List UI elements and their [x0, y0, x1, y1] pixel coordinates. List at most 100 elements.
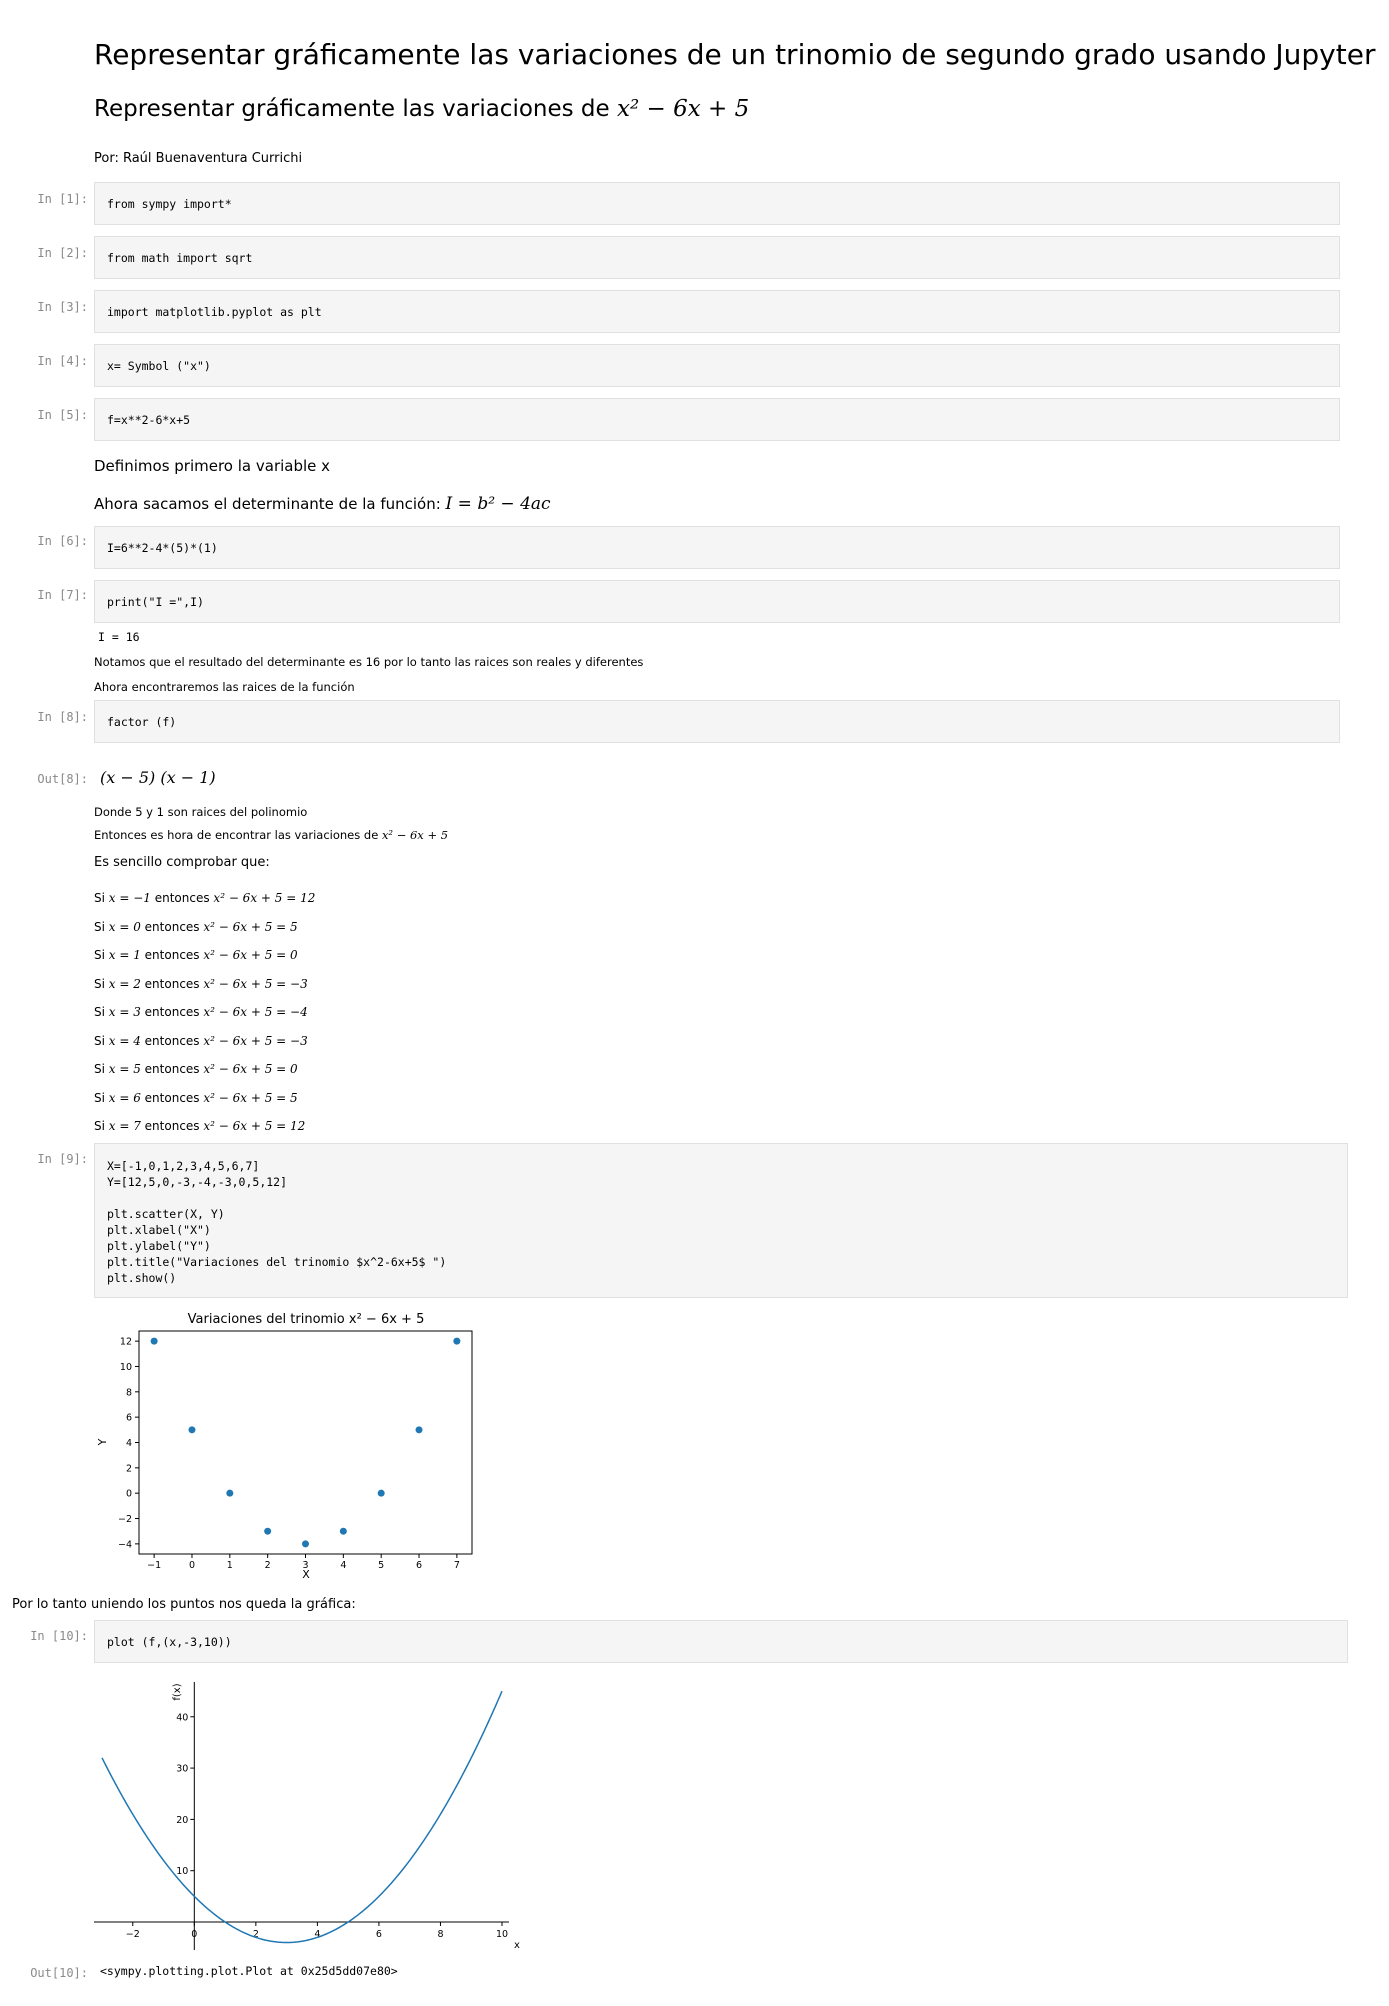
code-cell-5-source: f=x**2-6*x+5	[107, 412, 191, 427]
ytick-label: 10	[176, 1866, 188, 1877]
code-cell-8[interactable]: factor (f)	[94, 700, 1340, 743]
note-variations-text: Entonces es hora de encontrar las variac…	[94, 828, 382, 842]
code-cell-8-source: factor (f)	[107, 714, 177, 729]
checks-list: Si x = −1 entonces x² − 6x + 5 = 12 Si x…	[94, 884, 315, 1141]
list-item: Si x = 3 entonces x² − 6x + 5 = −4	[94, 1005, 308, 1019]
xtick-label: −2	[126, 1929, 140, 1940]
easy-check-text: Es sencillo comprobar que:	[94, 855, 270, 870]
scatter-point	[339, 1527, 347, 1535]
ytick-label: 40	[176, 1712, 188, 1723]
cell-prompt-9: In [9]:	[37, 1152, 88, 1166]
scatter-xtick-label: 7	[454, 1560, 460, 1571]
cell-prompt-10: In [10]:	[30, 1629, 88, 1643]
scatter-xtick-label: −1	[147, 1560, 161, 1571]
output-10: <sympy.plotting.plot.Plot at 0x25d5dd07e…	[100, 1964, 398, 1978]
cell-prompt-7: In [7]:	[37, 588, 88, 602]
scatter-xtick-label: 1	[227, 1560, 233, 1571]
code-cell-3-source: import matplotlib.pyplot as plt	[107, 304, 322, 319]
function-curve	[101, 1690, 503, 1944]
code-cell-2-source: from math import sqrt	[107, 250, 253, 265]
ytick-label: 30	[176, 1764, 188, 1775]
scatter-ytick-label: 8	[126, 1387, 132, 1398]
scatter-point	[264, 1527, 272, 1535]
note-determinant-result: Notamos que el resultado del determinant…	[94, 655, 644, 669]
scatter-chart-title: Variaciones del trinomio x² − 6x + 5	[188, 1312, 425, 1327]
xtick-label: 6	[376, 1929, 382, 1940]
output-7: I = 16	[98, 630, 140, 644]
scatter-ytick-label: 0	[126, 1489, 132, 1500]
xtick-label: 8	[437, 1929, 443, 1940]
code-cell-4-source: x= Symbol ("x")	[107, 358, 211, 373]
list-item: Si x = 7 entonces x² − 6x + 5 = 12	[94, 1119, 306, 1133]
scatter-ylabel: Y	[96, 1438, 109, 1446]
code-cell-9[interactable]: X=[-1,0,1,2,3,4,5,6,7] Y=[12,5,0,-3,-4,-…	[94, 1143, 1348, 1298]
code-cell-7-source: print("I =",I)	[107, 594, 204, 609]
code-cell-3[interactable]: import matplotlib.pyplot as plt	[94, 290, 1340, 333]
scatter-point	[188, 1426, 196, 1434]
list-item: Si x = 4 entonces x² − 6x + 5 = −3	[94, 1033, 308, 1048]
code-cell-4[interactable]: x= Symbol ("x")	[94, 344, 1340, 387]
markdown-determinant-text: Ahora sacamos el determinante de la func…	[94, 495, 446, 513]
note-variations-math: x² − 6x + 5	[381, 828, 449, 842]
function-plot: −2 0 2 4 6 8 1010203040 x f(x)	[94, 1682, 520, 1951]
output-prompt-10: Out[10]:	[30, 1966, 88, 1980]
cell-prompt-5: In [5]:	[37, 408, 88, 422]
code-cell-10[interactable]: plot (f,(x,-3,10))	[94, 1620, 1348, 1663]
code-cell-10-source: plot (f,(x,-3,10))	[107, 1634, 232, 1649]
output-8: (x − 5) (x − 1)	[100, 768, 216, 787]
scatter-point	[302, 1540, 309, 1548]
note-find-roots: Ahora encontraremos las raices de la fun…	[94, 680, 355, 694]
note-variations: Entonces es hora de encontrar las variac…	[94, 828, 448, 842]
markdown-determinant-math: I = b² − 4ac	[445, 494, 551, 514]
scatter-xtick-label: 5	[378, 1560, 384, 1571]
note-roots: Donde 5 y 1 son raices del polinomio	[94, 805, 308, 819]
scatter-chart: Variaciones del trinomio x² − 6x + 5 121…	[96, 1312, 473, 1581]
xtick-label: 10	[496, 1929, 508, 1940]
code-cell-9-source: X=[-1,0,1,2,3,4,5,6,7] Y=[12,5,0,-3,-4,-…	[107, 1159, 447, 1285]
scatter-xtick-label: 2	[265, 1560, 271, 1571]
code-cell-6[interactable]: I=6**2-4*(5)*(1)	[94, 526, 1340, 569]
scatter-xlabel: X	[302, 1568, 310, 1581]
scatter-point	[226, 1489, 234, 1497]
notebook-subtitle: Representar gráficamente las variaciones…	[94, 96, 749, 122]
xtick-label: 0	[191, 1929, 197, 1940]
scatter-ytick-label: 12	[120, 1337, 132, 1348]
code-cell-6-source: I=6**2-4*(5)*(1)	[107, 540, 218, 555]
code-cell-7[interactable]: print("I =",I)	[94, 580, 1340, 623]
list-item: Si x = 1 entonces x² − 6x + 5 = 0	[94, 948, 298, 962]
scatter-xtick-label: 0	[189, 1560, 195, 1571]
list-item: Si x = 5 entonces x² − 6x + 5 = 0	[94, 1062, 298, 1076]
scatter-ytick-label: 2	[126, 1463, 132, 1474]
scatter-point	[377, 1489, 385, 1497]
cell-prompt-8: In [8]:	[37, 710, 88, 724]
function-plot-ticks: −2 0 2 4 6 8 1010203040	[126, 1712, 508, 1940]
function-plot-xlabel: x	[514, 1940, 520, 1951]
list-item: Si x = −1 entonces x² − 6x + 5 = 12	[94, 891, 316, 905]
cell-prompt-1: In [1]:	[37, 192, 88, 206]
cell-prompt-6: In [6]:	[37, 534, 88, 548]
scatter-plot-area	[138, 1330, 473, 1555]
scatter-point	[453, 1337, 461, 1345]
notebook-title: Representar gráficamente las variaciones…	[94, 38, 1376, 71]
code-cell-2[interactable]: from math import sqrt	[94, 236, 1340, 279]
function-plot-axes	[94, 1682, 509, 1950]
function-plot-ylabel: f(x)	[172, 1683, 183, 1700]
cell-prompt-3: In [3]:	[37, 300, 88, 314]
scatter-xtick-label: 4	[340, 1560, 346, 1571]
list-item: Si x = 2 entonces x² − 6x + 5 = −3	[94, 976, 308, 991]
scatter-ytick-label: 6	[126, 1413, 132, 1424]
code-cell-1-source: from sympy import*	[107, 196, 232, 211]
subtitle-math: x² − 6x + 5	[617, 96, 750, 122]
cell-prompt-2: In [2]:	[37, 246, 88, 260]
scatter-ytick-label: −2	[118, 1514, 132, 1525]
code-cell-1[interactable]: from sympy import*	[94, 182, 1340, 225]
scatter-point	[150, 1337, 158, 1345]
cell-prompt-4: In [4]:	[37, 354, 88, 368]
scatter-xtick-label: 6	[416, 1560, 422, 1571]
output-prompt-8: Out[8]:	[37, 772, 88, 786]
scatter-points	[150, 1337, 461, 1548]
scatter-ytick-label: −4	[118, 1539, 132, 1550]
scatter-ytick-label: 4	[126, 1438, 132, 1449]
code-cell-5[interactable]: f=x**2-6*x+5	[94, 398, 1340, 441]
ytick-label: 20	[176, 1815, 188, 1826]
